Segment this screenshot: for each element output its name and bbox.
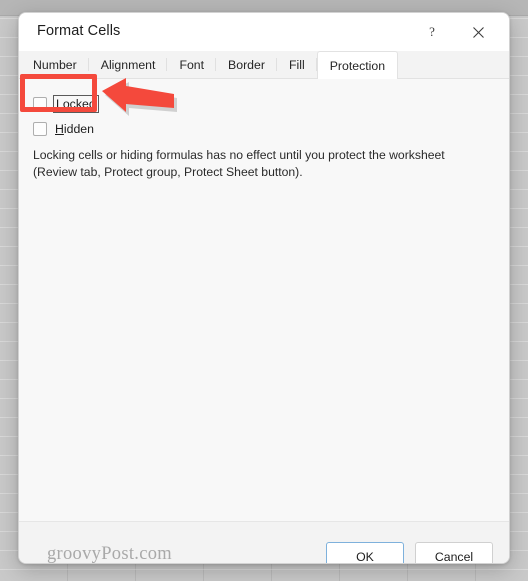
tab-font-label: Font [179,57,205,72]
tab-protection[interactable]: Protection [316,51,399,79]
tab-alignment-label: Alignment [100,57,156,72]
tab-border-label: Border [228,57,265,72]
help-button[interactable]: ? [413,17,451,47]
hidden-checkbox[interactable] [33,122,47,136]
hidden-checkbox-row[interactable]: Hidden [33,122,94,136]
tab-fill-label: Fill [288,57,305,72]
ok-button[interactable]: OK [326,542,404,564]
dialog-footer: groovyPost.com OK Cancel [19,522,509,564]
hidden-label-rest: idden [63,122,94,136]
hidden-accelerator: H [55,122,64,136]
cancel-button-label: Cancel [434,549,474,564]
tab-fill[interactable]: Fill [277,51,317,78]
annotation-arrow-icon [98,74,180,119]
ok-button-label: OK [356,549,374,564]
annotation-highlight-rectangle [20,74,97,112]
tab-border[interactable]: Border [216,51,277,78]
dialog-titlebar: Format Cells ? [19,13,509,51]
protection-note: Locking cells or hiding formulas has no … [33,148,445,179]
close-button[interactable] [459,17,497,47]
tab-protection-label: Protection [329,58,386,73]
screenshot-root: Format Cells ? Number Alignment Font Bor… [0,0,528,581]
tab-number-label: Number [33,57,77,72]
protection-tab-panel: Locked Hidden Locking cells or hiding fo… [19,79,509,522]
cancel-button[interactable]: Cancel [415,542,493,564]
watermark: groovyPost.com [47,544,172,564]
dialog-title: Format Cells [37,23,121,39]
svg-text:?: ? [429,25,435,39]
hidden-label: Hidden [55,122,94,136]
